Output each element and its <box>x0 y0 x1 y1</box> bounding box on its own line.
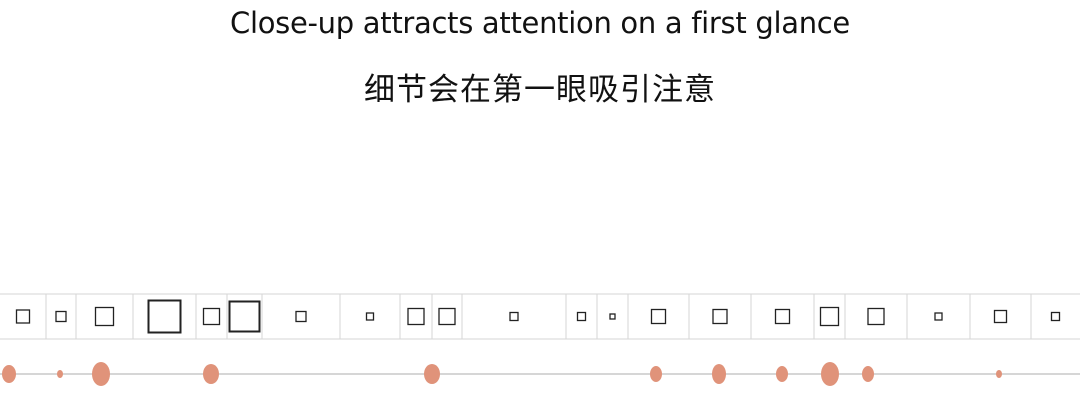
shot-frame-square <box>295 310 307 323</box>
shot-frame-square <box>15 309 31 324</box>
shot-frame-square <box>147 299 182 334</box>
shot-frame-square <box>94 306 115 327</box>
shot-frame-square <box>609 313 616 320</box>
shot-size-diagram <box>0 293 1080 386</box>
attention-dot <box>776 366 788 382</box>
shot-frame-square <box>993 309 1008 324</box>
attention-dot <box>57 370 63 378</box>
shot-frame-square <box>202 307 221 326</box>
shot-frame-square <box>407 307 425 326</box>
shot-frame-square <box>438 307 456 326</box>
shot-size-squares <box>15 299 1061 334</box>
shot-frame-square <box>650 308 667 325</box>
attention-dot <box>424 364 440 384</box>
shot-frame-square <box>365 312 375 321</box>
attention-dot <box>2 365 16 383</box>
slide: Close-up attracts attention on a first g… <box>0 0 1080 418</box>
shot-frame-square <box>509 311 519 322</box>
shot-frame-square <box>576 311 587 322</box>
shot-frame-square <box>774 308 791 325</box>
attention-dot <box>650 366 662 382</box>
shot-frame-square <box>934 312 943 321</box>
attention-dot <box>996 370 1002 378</box>
shot-frame-square <box>712 308 728 325</box>
attention-dot <box>712 364 726 384</box>
attention-dot <box>821 362 839 386</box>
shot-frame-square <box>55 310 67 323</box>
attention-dot <box>203 364 219 384</box>
shot-frame-square <box>819 306 840 327</box>
attention-dot <box>862 366 874 382</box>
shot-frame-square <box>1050 311 1061 322</box>
shot-frame-square <box>228 300 261 333</box>
shot-frame-square <box>867 307 885 326</box>
attention-dot <box>92 362 110 386</box>
